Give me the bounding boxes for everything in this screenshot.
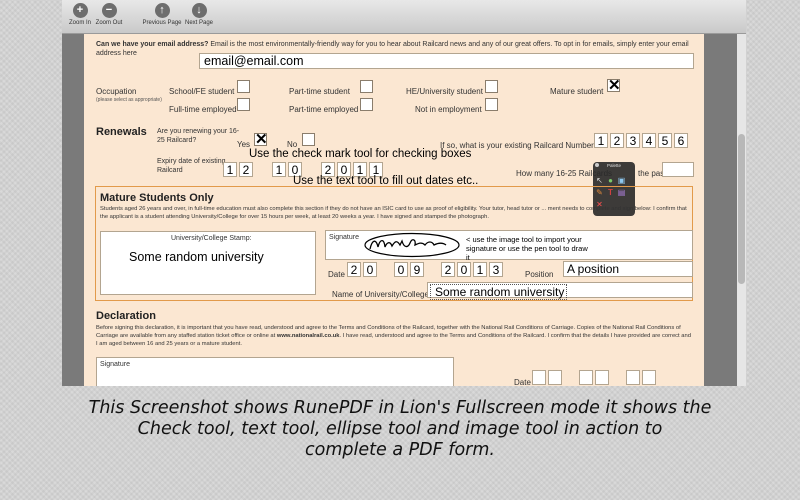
- check-mark-icon: ✕: [255, 131, 268, 148]
- vertical-scrollbar[interactable]: [737, 34, 746, 386]
- screenshot-caption: This Screenshot shows RunePDF in Lion's …: [88, 398, 712, 460]
- how-many-field[interactable]: [662, 162, 694, 177]
- expiry-label: Expiry date of existing Railcard: [157, 158, 226, 174]
- zoom-out-button[interactable]: − Zoom Out: [89, 3, 129, 26]
- part-time-student-checkbox[interactable]: [360, 80, 373, 93]
- image-tool-icon[interactable]: ▣: [617, 176, 626, 185]
- image-tool-note: < use the image tool to import your sign…: [466, 235, 588, 262]
- position-field[interactable]: A position: [563, 261, 693, 277]
- pdf-page[interactable]: Can we have your email address? Email is…: [84, 34, 704, 386]
- stamp-field[interactable]: University/College Stamp: Some random un…: [100, 231, 316, 295]
- signature-image[interactable]: [362, 232, 462, 258]
- declaration-heading: Declaration: [96, 310, 156, 322]
- signature-field[interactable]: Signature < use the image tool to import…: [325, 230, 693, 262]
- document-viewport[interactable]: Can we have your email address? Email is…: [62, 34, 746, 386]
- zoom-in-icon: +: [72, 3, 88, 18]
- arrow-down-icon: ↓: [191, 3, 207, 18]
- mature-heading: Mature Students Only: [100, 192, 214, 204]
- check-tool-note: Use the check mark tool for checking box…: [249, 148, 472, 160]
- renewals-heading: Renewals: [96, 126, 147, 138]
- occupation-sublabel: (please select as appropriate): [96, 97, 162, 103]
- declaration-signature-field[interactable]: Signature: [96, 357, 454, 386]
- mature-description: Students aged 26 years and over, in full…: [100, 206, 687, 220]
- mature-student-checkbox[interactable]: ✕: [607, 77, 621, 94]
- pointer-tool-icon[interactable]: ↖: [595, 176, 604, 185]
- university-field[interactable]: Some random university: [427, 282, 693, 300]
- renewing-question: Are you renewing your 16-25 Railcard?: [157, 128, 240, 144]
- renew-yes-checkbox[interactable]: ✕: [254, 131, 268, 148]
- declaration-text: Before signing this declaration, it is i…: [96, 325, 691, 347]
- previous-page-button[interactable]: ↑ Previous Page: [142, 3, 182, 26]
- arrow-up-icon: ↑: [154, 3, 170, 18]
- renew-no-checkbox[interactable]: [302, 133, 315, 146]
- check-mark-icon: ✕: [608, 77, 621, 94]
- part-time-employed-checkbox[interactable]: [360, 98, 373, 111]
- school-fe-checkbox[interactable]: [237, 80, 250, 93]
- ellipse-tool-icon[interactable]: ●: [606, 176, 615, 185]
- close-icon[interactable]: [595, 163, 599, 167]
- next-page-button[interactable]: ↓ Next Page: [179, 3, 219, 26]
- toolbar: + Zoom In − Zoom Out ↑ Previous Page ↓ N…: [62, 0, 746, 34]
- occupation-label: Occupation: [96, 87, 137, 96]
- not-in-employment-checkbox[interactable]: [485, 98, 498, 111]
- full-time-employed-checkbox[interactable]: [237, 98, 250, 111]
- national-rail-link[interactable]: www.nationalrail.co.uk: [277, 333, 340, 339]
- email-field[interactable]: email@email.com: [199, 53, 694, 69]
- he-university-checkbox[interactable]: [485, 80, 498, 93]
- scrollbar-thumb[interactable]: [738, 134, 745, 284]
- zoom-out-icon: −: [101, 3, 117, 18]
